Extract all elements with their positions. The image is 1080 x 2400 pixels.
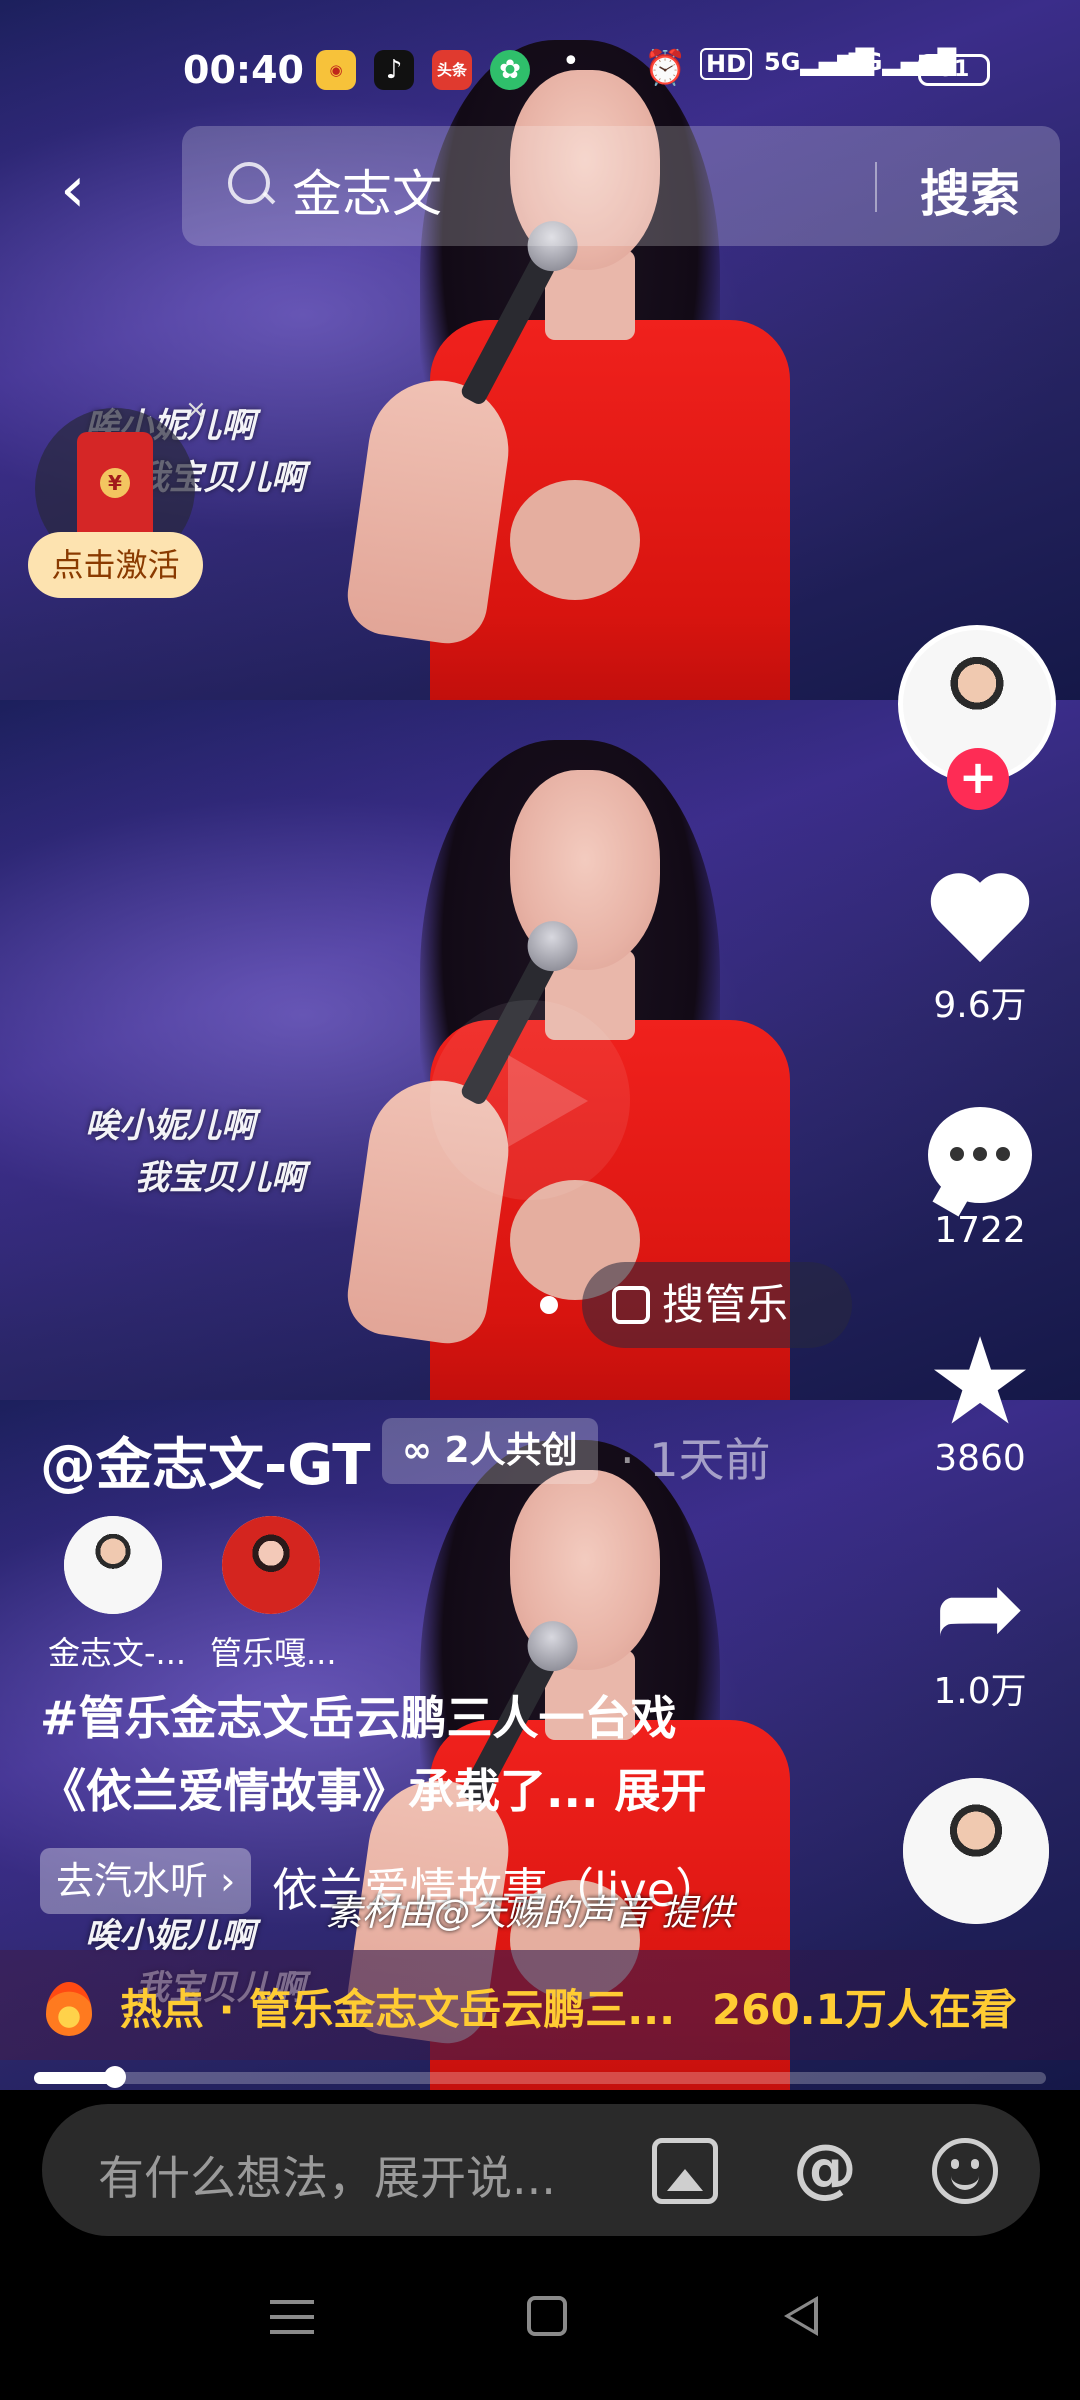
creator-handle[interactable]: @金志文-GT [40,1420,370,1501]
comment-icon [928,1107,1032,1203]
like-count: 9.6万 [933,985,1027,1026]
heart-icon [930,876,1030,966]
emoji-icon[interactable] [932,2138,998,2204]
star-icon: ★ [926,1313,1034,1452]
collaborator-name-2: 管乐嘎... [210,1634,337,1672]
weibo-icon: ◉ [316,50,356,90]
hot-topic-text: 热点 · 管乐金志文岳云鹏三... [120,1985,676,2034]
follow-button[interactable]: + [947,748,1009,810]
chevron-left-icon: ‹ [60,153,86,227]
description-text[interactable]: 《依兰爱情故事》承载了... 展开 [40,1755,706,1821]
back-triangle-icon[interactable] [784,2296,818,2336]
comment-count: 1722 [934,1210,1026,1251]
green-app-icon: ✿ [490,50,530,90]
back-button[interactable]: ‹ [60,150,110,230]
status-time: 00:40 [183,48,304,92]
hot-topic-bar[interactable]: 热点 · 管乐金志文岳云鹏三... 260.1万人在看 › [0,1950,1080,2060]
search-input[interactable]: 金志文 [292,154,442,226]
post-time: · 1天前 [620,1433,771,1487]
search-button[interactable]: 搜索 [920,154,1020,226]
material-credit: 素材由@天赐的声音 提供 [326,1893,734,1934]
share-button[interactable]: ➦ 1.0万 [905,1552,1055,1714]
activate-button[interactable]: 点击激活 [28,532,203,598]
viewer-count: 260.1万人在看 [712,1985,1013,2034]
lyrics-overlay: 唉小妮儿啊我宝贝儿啊 [85,1106,305,1198]
red-packet-icon [77,432,153,542]
like-button[interactable]: 9.6万 [905,866,1055,1028]
toutiao-icon: 头条 [432,50,472,90]
progress-fill [34,2072,115,2084]
mention-icon[interactable]: @ [792,2137,858,2204]
cocreate-badge[interactable]: ∞ 2人共创 [382,1418,598,1484]
status-bar: 00:40 ◉ ♪ 头条 ✿ • ⏰ HD 5G▂▄▆█ 5G▂▄▆█ 51 [0,40,1080,100]
music-disc-avatar[interactable] [903,1778,1049,1924]
listen-on-soda-button[interactable]: 去汽水听 › [40,1848,252,1914]
comment-input[interactable]: 有什么想法，展开说... @ [42,2104,1040,2236]
image-icon[interactable] [652,2138,718,2204]
scan-icon [612,1286,650,1324]
video-progress-bar[interactable] [34,2066,1046,2088]
collaborator-avatar-2[interactable] [222,1516,320,1614]
hd-icon: HD [700,48,753,80]
close-icon[interactable]: × [185,395,207,425]
menu-icon[interactable] [270,2300,314,2334]
share-count: 1.0万 [933,1671,1027,1712]
play-icon[interactable] [430,1000,630,1200]
collaborator-avatar-1[interactable] [64,1516,162,1614]
alarm-icon: ⏰ [644,48,687,88]
description-hashtag[interactable]: #管乐金志文岳云鹏三人一台戏 [40,1682,677,1748]
dot-icon: • [562,44,580,79]
home-icon[interactable] [527,2296,567,2336]
search-bar[interactable]: 金志文 搜索 [182,126,1060,246]
collaborator-name-1: 金志文-... [48,1634,187,1672]
chevron-right-icon: › [1000,1970,1020,2026]
link-icon: ∞ [402,1430,445,1471]
search-pill-label: 搜管乐 [662,1280,789,1329]
progress-knob[interactable] [103,2066,126,2088]
fire-icon [46,1982,92,2036]
favorite-button[interactable]: ★ 3860 [905,1313,1055,1480]
pagination-dot [540,1296,558,1314]
share-icon: ➦ [933,1543,1027,1671]
search-guanle-button[interactable]: 搜管乐 [582,1262,852,1348]
battery-indicator: 51 [918,54,990,86]
search-divider [875,162,877,212]
tiktok-icon: ♪ [374,50,414,90]
comment-button[interactable]: 1722 [905,1100,1055,1251]
comment-placeholder: 有什么想法，展开说... [98,2151,556,2205]
search-icon [228,162,270,204]
